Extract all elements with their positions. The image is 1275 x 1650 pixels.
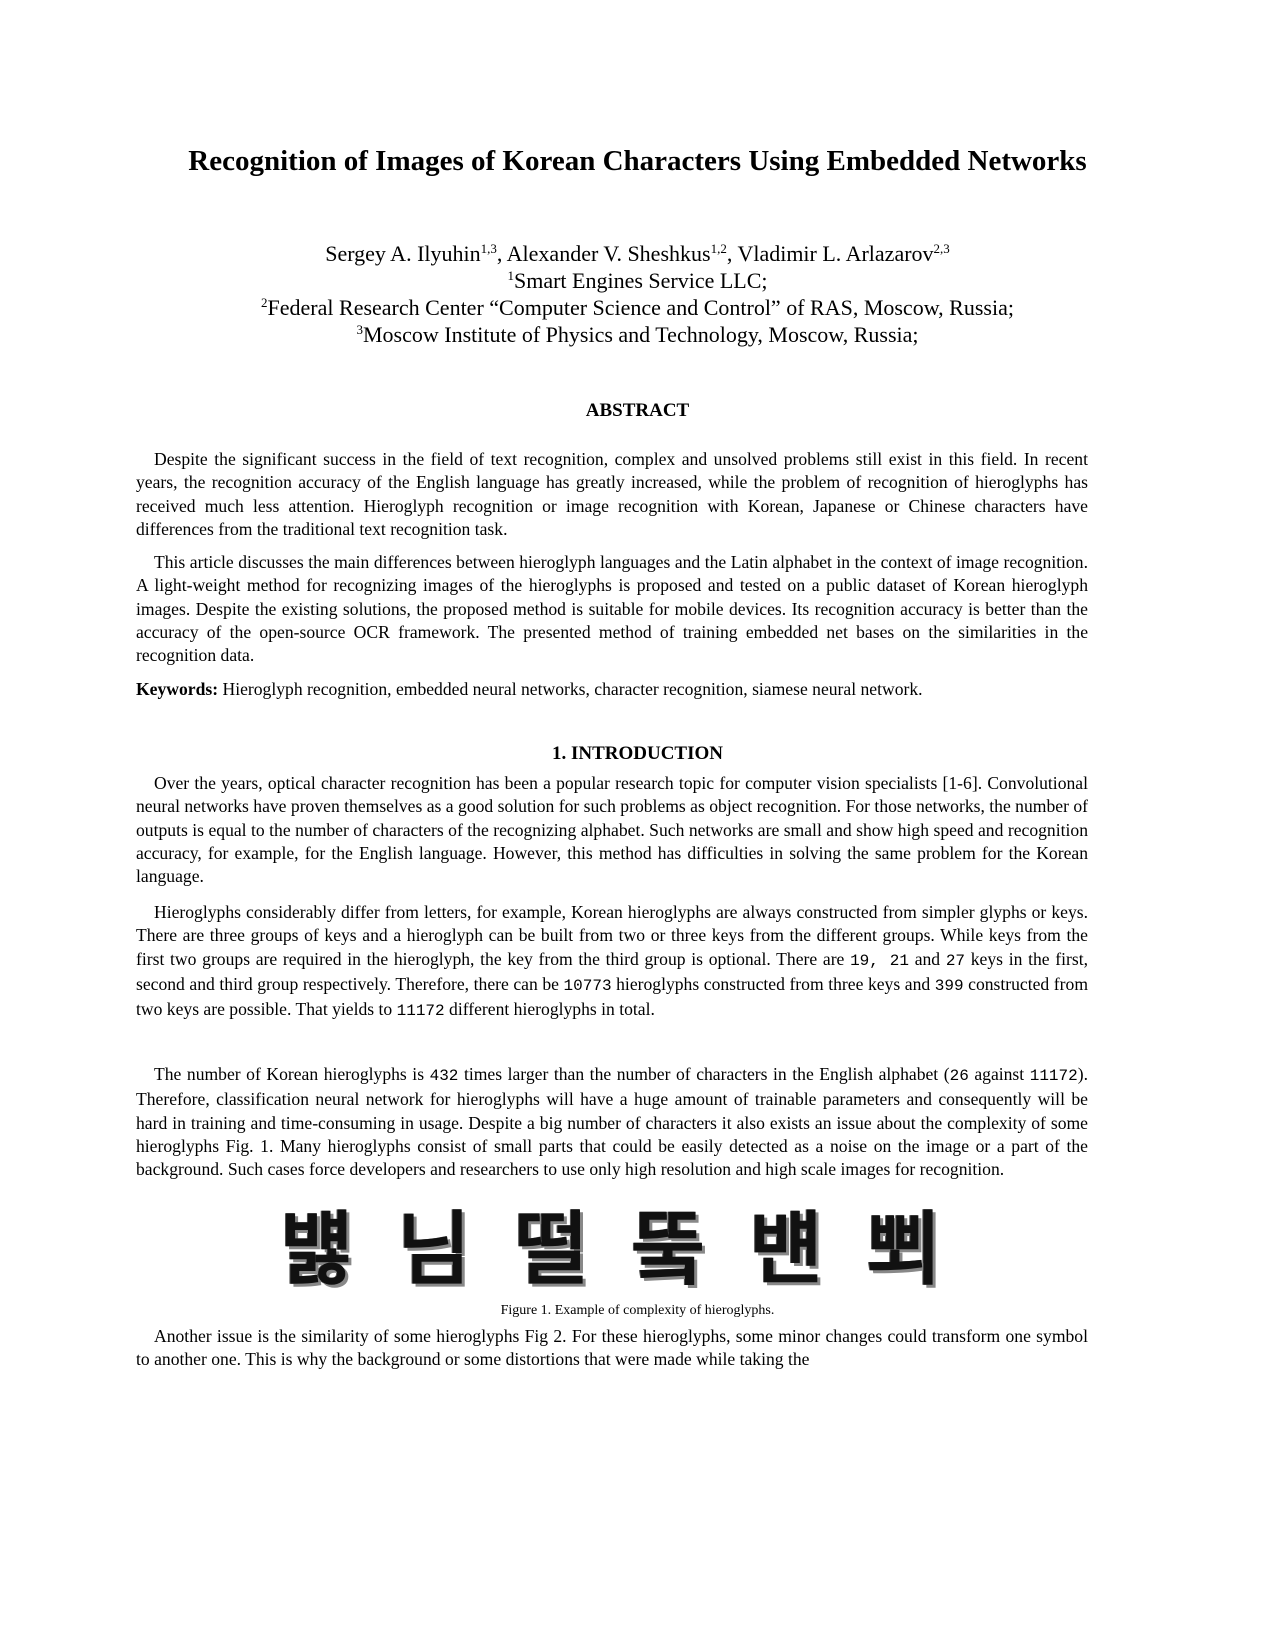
paper-title: Recognition of Images of Korean Characte… [188,145,1087,177]
keywords-text: Hieroglyph recognition, embedded neural … [218,679,923,699]
number: 10773 [563,976,612,995]
caption-text: Example of complexity of hieroglyphs. [551,1303,775,1318]
affiliation: 1Smart Engines Service LLC; [150,267,1125,294]
text-run: The number of Korean hieroglyphs is [154,1064,430,1084]
text-run: hieroglyphs constructed from three keys … [611,973,935,994]
text-run: different hieroglyphs in total. [444,999,655,1020]
number: 27 [945,951,966,970]
figure-1: 뱷 님 떨 뚴 뱬 뾔 [280,1205,940,1295]
number: 19, 21 [850,951,909,970]
author-affil: 2,3 [933,241,950,256]
caption-label: Figure 1. [500,1303,552,1318]
intro-paragraph: The number of Korean hieroglyphs is 432 … [136,1063,1088,1181]
keywords: Keywords: Hieroglyph recognition, embedd… [136,678,1088,701]
number: 11172 [396,1002,445,1021]
author-name: Alexander V. Sheshkus [506,241,711,266]
number: 432 [429,1067,459,1085]
hieroglyph-image: 님 [397,1203,471,1296]
affiliation-text: Moscow Institute of Physics and Technolo… [362,322,919,347]
keywords-label: Keywords: [136,679,219,699]
hieroglyph-image: 뱷 [280,1203,354,1296]
number: 11172 [1029,1067,1078,1085]
author-name: Sergey A. Ilyuhin [325,241,481,266]
number: 26 [949,1067,969,1085]
affiliation: 3Moscow Institute of Physics and Technol… [150,321,1125,348]
affiliation-text: Federal Research Center “Computer Scienc… [267,295,1014,320]
intro-paragraph: Another issue is the similarity of some … [136,1326,1088,1370]
introduction-heading: 1. INTRODUCTION [551,743,724,764]
hieroglyph-image: 뾔 [866,1203,940,1296]
abstract-paragraph: This article discusses the main differen… [136,552,1088,666]
intro-paragraph: Hieroglyphs considerably differ from let… [136,901,1088,1023]
author-list: Sergey A. Ilyuhin1,3, Alexander V. Shesh… [325,241,950,266]
abstract-paragraph: Despite the significant success in the f… [136,449,1088,539]
intro-paragraph: Over the years, optical character recogn… [136,773,1088,887]
text-run: and [909,948,946,969]
figure-1-caption: Figure 1. Example of complexity of hiero… [150,1303,1125,1319]
affiliation: 2Federal Research Center “Computer Scien… [150,294,1125,321]
hieroglyph-image: 뱬 [749,1203,823,1296]
number: 399 [934,976,964,995]
hieroglyph-image: 떨 [514,1203,589,1296]
abstract-heading: ABSTRACT [585,400,690,421]
affiliation-text: Smart Engines Service LLC; [513,268,768,293]
author-affil: 1,2 [710,241,727,256]
author-affil: 1,3 [480,241,497,256]
text-run: against [968,1064,1030,1084]
text-run: times larger than the number of characte… [458,1064,950,1084]
author-block: Sergey A. Ilyuhin1,3, Alexander V. Shesh… [150,240,1125,348]
author-name: Vladimir L. Arlazarov [737,241,934,266]
hieroglyph-image: 뚴 [631,1203,706,1296]
